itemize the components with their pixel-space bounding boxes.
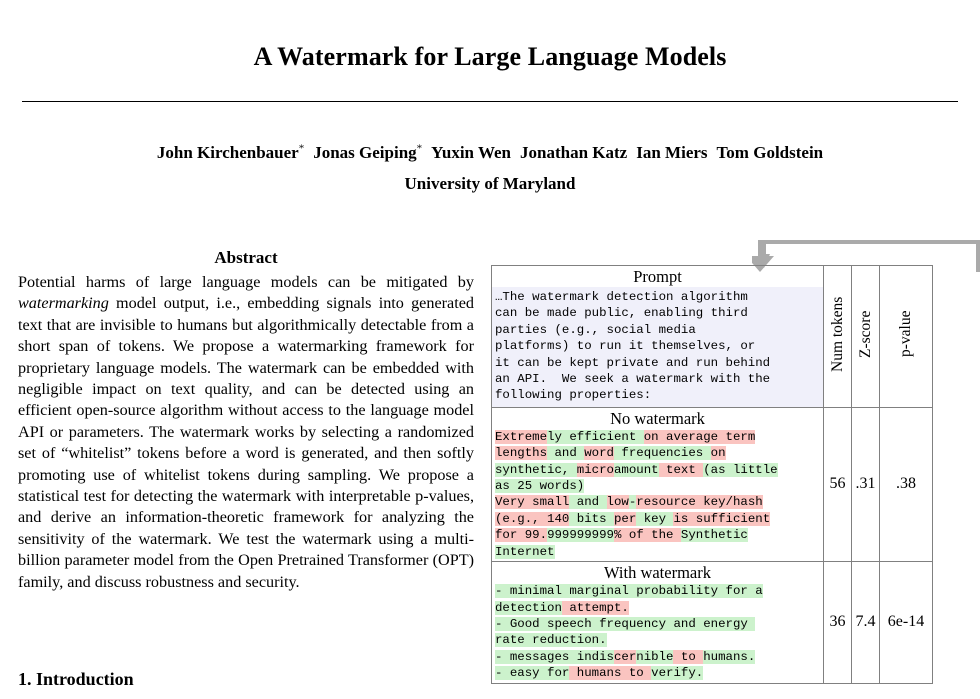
blacklist-token-span: humans to	[569, 666, 652, 681]
table-row-prompt: Prompt …The watermark detection algorith…	[491, 265, 933, 408]
p-value-header-cell: p-value	[879, 265, 933, 408]
whitelist-token-span: frequencies	[614, 446, 711, 461]
whitelist-token-span: - messages indis	[495, 649, 614, 664]
whitelist-token-span: 999999999	[547, 528, 614, 543]
author-footnote-marker: *	[416, 142, 423, 155]
table-row: No watermark Extremely efficient on aver…	[491, 406, 933, 563]
abstract-heading: Abstract	[214, 248, 278, 267]
whitelist-token-span: verify.	[651, 666, 704, 681]
whitelist-token-span: amount	[613, 462, 659, 477]
with-watermark-label: With watermark	[603, 563, 711, 583]
author: Jonathan Katz	[520, 143, 628, 162]
whitelist-token-span: and	[569, 495, 607, 510]
paper-page: A Watermark for Large Language Models Jo…	[0, 0, 980, 699]
blacklist-token-span: word	[584, 446, 614, 461]
abstract-text-part1: Potential harms of large language models…	[18, 273, 474, 291]
whitelist-token-span: key	[636, 511, 674, 526]
num-tokens-header-cell: Num tokens	[823, 265, 852, 408]
blacklist-token-span: cer	[613, 649, 637, 664]
watermark-demo-table: Prompt …The watermark detection algorith…	[491, 265, 933, 684]
p-value-column-header: p-value	[897, 310, 915, 358]
no-watermark-cell: No watermark Extremely efficient on aver…	[491, 406, 824, 563]
with-watermark-z-score: 7.4	[851, 561, 880, 684]
z-score-header-cell: Z-score	[851, 265, 880, 408]
whitelist-token-span: - Good speech frequency and energy rate …	[495, 616, 756, 648]
page-title: A Watermark for Large Language Models	[253, 42, 727, 71]
whitelist-token-span: bits	[569, 511, 614, 526]
blacklist-token-span: micro	[576, 462, 614, 477]
whitelist-token-span: humans.	[703, 649, 756, 664]
num-tokens-column-header: Num tokens	[828, 296, 846, 372]
no-watermark-z-score: .31	[851, 406, 880, 563]
no-watermark-output: Extremely efficient on average term leng…	[492, 429, 823, 561]
whitelist-token-span: ly efficient	[547, 429, 644, 444]
whitelist-token-span: - easy for	[495, 666, 570, 681]
blacklist-token-span: low	[606, 495, 629, 510]
blacklist-token-span: attempt.	[561, 600, 629, 615]
blacklist-token-span: to	[673, 649, 704, 664]
blacklist-token-span: per	[613, 511, 637, 526]
table-row: With watermark - minimal marginal probab…	[491, 561, 933, 684]
section-heading-introduction: 1. Introduction	[18, 669, 134, 689]
abstract-text: Potential harms of large language models…	[18, 272, 474, 593]
with-watermark-output: - minimal marginal probability for a det…	[492, 583, 823, 682]
prompt-text: …The watermark detection algorithm can b…	[492, 287, 823, 407]
whitelist-token-span: - minimal marginal probability for a det…	[495, 584, 763, 615]
abstract-text-part2: model output, i.e., embedding signals in…	[18, 294, 474, 591]
author: Jonas Geiping*	[313, 142, 423, 162]
no-watermark-num-tokens: 56	[823, 406, 852, 563]
blacklist-token-span: text	[658, 462, 704, 477]
blacklist-token-span: on average term	[643, 429, 756, 444]
whitelist-token-span: and	[547, 446, 585, 461]
whitelist-token-span: nible	[636, 649, 674, 664]
abstract-emphasis: watermarking	[18, 294, 109, 313]
with-watermark-num-tokens: 36	[823, 561, 852, 684]
blacklist-token-span: Very small	[495, 495, 570, 510]
with-watermark-cell: With watermark - minimal marginal probab…	[491, 561, 824, 684]
blacklist-token-span: lengths	[495, 446, 548, 461]
author-footnote-marker: *	[298, 142, 305, 155]
z-score-column-header: Z-score	[856, 310, 874, 358]
author: Tom Goldstein	[716, 143, 824, 162]
with-watermark-p-value: 6e-14	[879, 561, 933, 684]
author: John Kirchenbauer*	[156, 142, 305, 162]
prompt-cell: Prompt …The watermark detection algorith…	[491, 265, 824, 408]
blacklist-token-span: on	[710, 446, 726, 461]
author: Ian Miers	[636, 143, 708, 162]
author: Yuxin Wen	[431, 143, 512, 162]
abstract-column: Abstract Potential harms of large langua…	[18, 248, 474, 593]
no-watermark-p-value: .38	[879, 406, 933, 563]
prompt-column-header: Prompt	[633, 267, 682, 286]
title-divider	[22, 101, 958, 102]
blacklist-token-span: % of the	[613, 528, 681, 543]
no-watermark-label: No watermark	[610, 408, 705, 428]
watermark-demo-table-wrapper: Prompt …The watermark detection algorith…	[491, 265, 933, 684]
author-list: John Kirchenbauer* Jonas Geiping* Yuxin We…	[0, 143, 980, 163]
whitelist-token-span: synthetic,	[495, 462, 577, 477]
affiliation: University of Maryland	[404, 174, 576, 193]
blacklist-token-span: Extreme	[495, 429, 548, 444]
